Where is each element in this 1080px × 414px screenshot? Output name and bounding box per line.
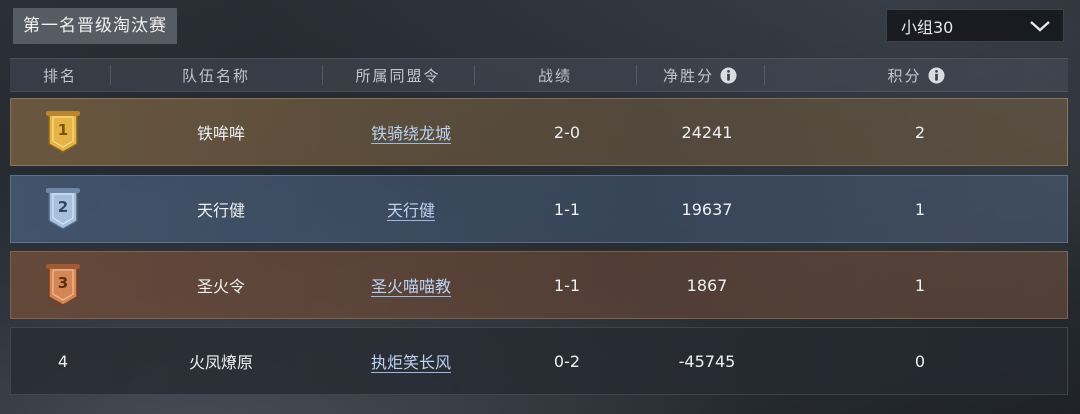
- group-select-value: 小组30: [901, 17, 954, 37]
- net-score-value: 19637: [681, 199, 733, 219]
- table-row: 4 火凤燎原 执炬笑长风 0-2 -45745 0: [10, 327, 1068, 395]
- rank-cell: 1: [11, 99, 115, 165]
- team-name: 圣火令: [196, 277, 245, 296]
- record-value: 2-0: [553, 122, 581, 142]
- record-value: 1-1: [553, 275, 581, 295]
- header-alliance: 所属同盟令: [355, 66, 441, 85]
- table-row: 1 铁哞哞 铁骑绕龙城 2-0 24241 2: [10, 98, 1068, 166]
- table-row: 2 天行健 天行健 1-1 19637 1: [10, 175, 1068, 243]
- chevron-down-icon: [1030, 20, 1050, 32]
- header-points: 积分: [764, 59, 1068, 91]
- record-value: 1-1: [553, 199, 581, 219]
- points-value: 1: [914, 199, 926, 219]
- header-team: 队伍名称: [181, 66, 250, 85]
- page-title: 第一名晋级淘汰赛: [13, 8, 177, 44]
- team-name: 铁哞哞: [196, 124, 245, 143]
- table-row: 3 圣火令 圣火喵喵教 1-1 1867 1: [10, 251, 1068, 319]
- alliance-link[interactable]: 圣火喵喵教: [371, 273, 451, 297]
- header-net-score: 净胜分: [636, 59, 764, 91]
- group-select-dropdown[interactable]: 小组30: [886, 9, 1064, 42]
- alliance-link[interactable]: 天行健: [387, 197, 435, 221]
- points-value: 0: [914, 351, 926, 371]
- team-name: 火凤燎原: [188, 353, 253, 372]
- rank-number: 4: [57, 351, 69, 371]
- silver-rank-badge-icon: 2: [45, 187, 81, 231]
- record-value: 0-2: [553, 351, 581, 371]
- points-value: 2: [914, 122, 926, 142]
- rank-cell: 3: [11, 252, 115, 318]
- team-name: 天行健: [196, 201, 245, 220]
- alliance-link[interactable]: 铁骑绕龙城: [371, 120, 451, 144]
- bronze-rank-badge-icon: 3: [45, 263, 81, 307]
- rank-cell: 2: [11, 176, 115, 242]
- alliance-link[interactable]: 执炬笑长风: [371, 349, 451, 373]
- net-score-value: 1867: [686, 275, 728, 295]
- points-value: 1: [914, 275, 926, 295]
- table-header: 排名 队伍名称 所属同盟令 战绩 净胜分 积分: [10, 58, 1068, 92]
- net-score-value: -45745: [678, 351, 736, 371]
- info-icon[interactable]: [927, 66, 945, 84]
- info-icon[interactable]: [720, 66, 737, 84]
- rank-cell: 4: [11, 328, 115, 394]
- net-score-value: 24241: [681, 122, 733, 142]
- gold-rank-badge-icon: 1: [45, 110, 81, 154]
- header-record: 战绩: [537, 66, 572, 85]
- header-rank: 排名: [42, 66, 77, 85]
